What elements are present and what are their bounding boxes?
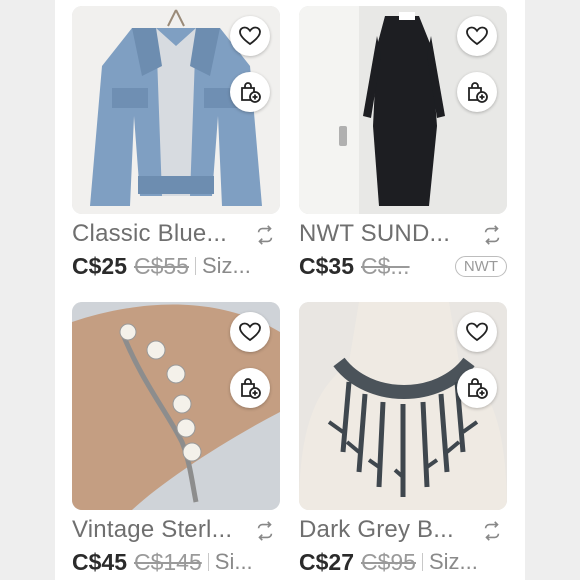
add-to-bundle-button[interactable]	[457, 72, 497, 112]
shopping-bag-plus-icon	[468, 82, 488, 103]
size-label: Siz...	[428, 549, 478, 574]
listing-card[interactable]: Classic Blue... C$25 C$55 Siz...	[72, 6, 280, 279]
listing-title[interactable]: Classic Blue...	[72, 220, 242, 248]
listing-image[interactable]	[72, 6, 280, 214]
listing-title[interactable]: Dark Grey B...	[299, 516, 469, 544]
original-price: C$...	[360, 252, 410, 279]
add-to-bundle-button[interactable]	[230, 368, 270, 408]
heart-icon	[239, 322, 261, 342]
divider	[194, 257, 196, 275]
heart-icon	[466, 26, 488, 46]
listing-card[interactable]: Dark Grey B... C$27 C$95 Siz...	[299, 302, 507, 575]
heart-icon	[239, 26, 261, 46]
listing-title[interactable]: NWT SUND...	[299, 220, 469, 248]
like-button[interactable]	[230, 312, 270, 352]
price: C$35	[299, 252, 354, 279]
listing-image[interactable]	[299, 302, 507, 510]
shopping-bag-plus-icon	[241, 82, 261, 103]
heart-icon	[466, 322, 488, 342]
like-button[interactable]	[230, 16, 270, 56]
listing-image[interactable]	[72, 302, 280, 510]
divider	[207, 553, 209, 571]
add-to-bundle-button[interactable]	[230, 72, 270, 112]
share-icon[interactable]	[254, 520, 276, 542]
listing-card[interactable]: Vintage Sterl... C$45 C$145 Si...	[72, 302, 280, 575]
original-price: C$95	[360, 548, 416, 575]
share-icon[interactable]	[481, 520, 503, 542]
add-to-bundle-button[interactable]	[457, 368, 497, 408]
price: C$45	[72, 548, 127, 575]
listing-card[interactable]: NWT SUND... C$35 C$... NWT	[299, 6, 507, 279]
original-price: C$55	[133, 252, 189, 279]
shopping-bag-plus-icon	[468, 378, 488, 399]
listing-image[interactable]	[299, 6, 507, 214]
listing-title[interactable]: Vintage Sterl...	[72, 516, 242, 544]
shopping-bag-plus-icon	[241, 378, 261, 399]
share-icon[interactable]	[254, 224, 276, 246]
nwt-badge: NWT	[454, 255, 507, 277]
size-label: Si...	[214, 549, 253, 574]
original-price: C$145	[133, 548, 202, 575]
divider	[421, 553, 423, 571]
like-button[interactable]	[457, 312, 497, 352]
like-button[interactable]	[457, 16, 497, 56]
price: C$25	[72, 252, 127, 279]
price: C$27	[299, 548, 354, 575]
share-icon[interactable]	[481, 224, 503, 246]
size-label: Siz...	[201, 253, 251, 278]
